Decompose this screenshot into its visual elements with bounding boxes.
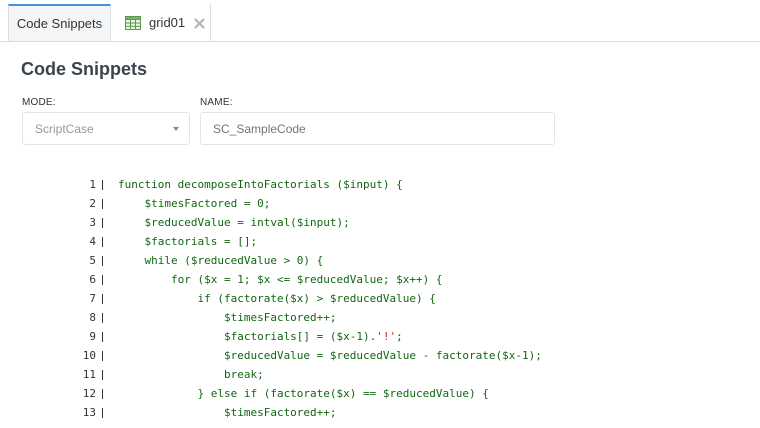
code-segment: } else if (factorate($x) == $reducedValu… [118, 387, 489, 400]
mode-select[interactable]: ScriptCase [22, 112, 190, 145]
tab-label: grid01 [149, 15, 186, 30]
line-number: 8 [89, 311, 96, 324]
code-segment: $reducedValue = $reducedValue - factorat… [118, 349, 542, 362]
code-segment: while ($reducedValue > 0) { [118, 254, 324, 267]
gutter-divider [102, 370, 103, 380]
code-segment: $timesFactored++; [118, 311, 337, 324]
code-text: function decomposeIntoFactorials ($input… [118, 175, 403, 194]
code-line: 9 $factorials[] = ($x-1).'!'; [0, 327, 760, 346]
code-segment: function decomposeIntoFactorials ($input… [118, 178, 403, 191]
gutter-divider [102, 408, 103, 418]
grid-icon [125, 15, 141, 30]
mode-select-value: ScriptCase [35, 121, 94, 136]
code-line: 1 function decomposeIntoFactorials ($inpu… [0, 175, 760, 194]
gutter-divider [102, 313, 103, 323]
tab-label: Code Snippets [16, 16, 103, 31]
code-string: '!' [376, 330, 397, 343]
line-number: 3 [89, 216, 96, 229]
code-line: 12 } else if (factorate($x) == $reducedV… [0, 384, 760, 403]
code-segment: break; [118, 368, 264, 381]
code-line: 2 $timesFactored = 0; [0, 194, 760, 213]
code-editor[interactable]: 1 function decomposeIntoFactorials ($inpu… [0, 175, 760, 422]
code-segment: $timesFactored++; [118, 406, 337, 419]
code-segment: ; [396, 330, 403, 343]
gutter-divider [102, 389, 103, 399]
gutter-divider [102, 237, 103, 247]
code-text: } else if (factorate($x) == $reducedValu… [118, 384, 489, 403]
code-segment: $factorials[] = ($x-1). [118, 330, 377, 343]
code-segment: for ($x = 1; $x <= $reducedValue; $x++) … [118, 273, 443, 286]
gutter-divider [102, 275, 103, 285]
gutter-divider [102, 180, 103, 190]
code-text: $reducedValue = $reducedValue - factorat… [118, 346, 542, 365]
code-text: break; [118, 365, 264, 384]
line-number: 6 [89, 273, 96, 286]
code-segment: if (factorate($x) > $reducedValue) { [118, 292, 436, 305]
gutter-divider [102, 218, 103, 228]
chevron-down-icon [173, 127, 179, 131]
line-number: 9 [89, 330, 96, 343]
gutter-divider [102, 332, 103, 342]
code-line: 6 for ($x = 1; $x <= $reducedValue; $x++… [0, 270, 760, 289]
line-number: 2 [89, 197, 96, 210]
code-text: $factorials = []; [118, 232, 257, 251]
code-text: for ($x = 1; $x <= $reducedValue; $x++) … [118, 270, 443, 289]
page-title: Code Snippets [21, 59, 148, 79]
code-line: 3 $reducedValue = intval($input); [0, 213, 760, 232]
code-line: 7 if (factorate($x) > $reducedValue) { [0, 289, 760, 308]
line-number: 12 [82, 387, 96, 400]
code-text: $reducedValue = intval($input); [118, 213, 350, 232]
name-label: NAME: [200, 97, 233, 108]
code-text: $timesFactored = 0; [118, 194, 270, 213]
gutter-divider [102, 256, 103, 266]
code-line: 11 break; [0, 365, 760, 384]
gutter-divider [102, 199, 103, 209]
code-text: if (factorate($x) > $reducedValue) { [118, 289, 436, 308]
code-line: 8 $timesFactored++; [0, 308, 760, 327]
close-icon[interactable] [194, 17, 205, 29]
code-text: while ($reducedValue > 0) { [118, 251, 323, 270]
tab-bar: Code Snippets grid01 [0, 0, 760, 42]
code-text: $timesFactored++; [118, 308, 337, 327]
name-input[interactable] [200, 112, 555, 145]
code-text: $factorials[] = ($x-1).'!'; [118, 327, 403, 346]
line-number: 10 [82, 349, 96, 362]
gutter-divider [102, 294, 103, 304]
code-segment: $factorials = []; [118, 235, 258, 248]
line-number: 11 [82, 368, 96, 381]
code-line: 5 while ($reducedValue > 0) { [0, 251, 760, 270]
line-number: 4 [89, 235, 96, 248]
line-number: 1 [89, 178, 96, 191]
editor-clip [0, 419, 760, 428]
mode-label: MODE: [22, 97, 56, 108]
tab-code-snippets[interactable]: Code Snippets [8, 4, 111, 41]
line-number: 7 [89, 292, 96, 305]
code-segment: $reducedValue = intval($input); [118, 216, 350, 229]
code-segment: $timesFactored = 0; [118, 197, 271, 210]
tab-grid01[interactable]: grid01 [111, 4, 211, 41]
gutter-divider [102, 351, 103, 361]
line-number: 5 [89, 254, 96, 267]
code-line: 4 $factorials = []; [0, 232, 760, 251]
code-line: 10 $reducedValue = $reducedValue - facto… [0, 346, 760, 365]
